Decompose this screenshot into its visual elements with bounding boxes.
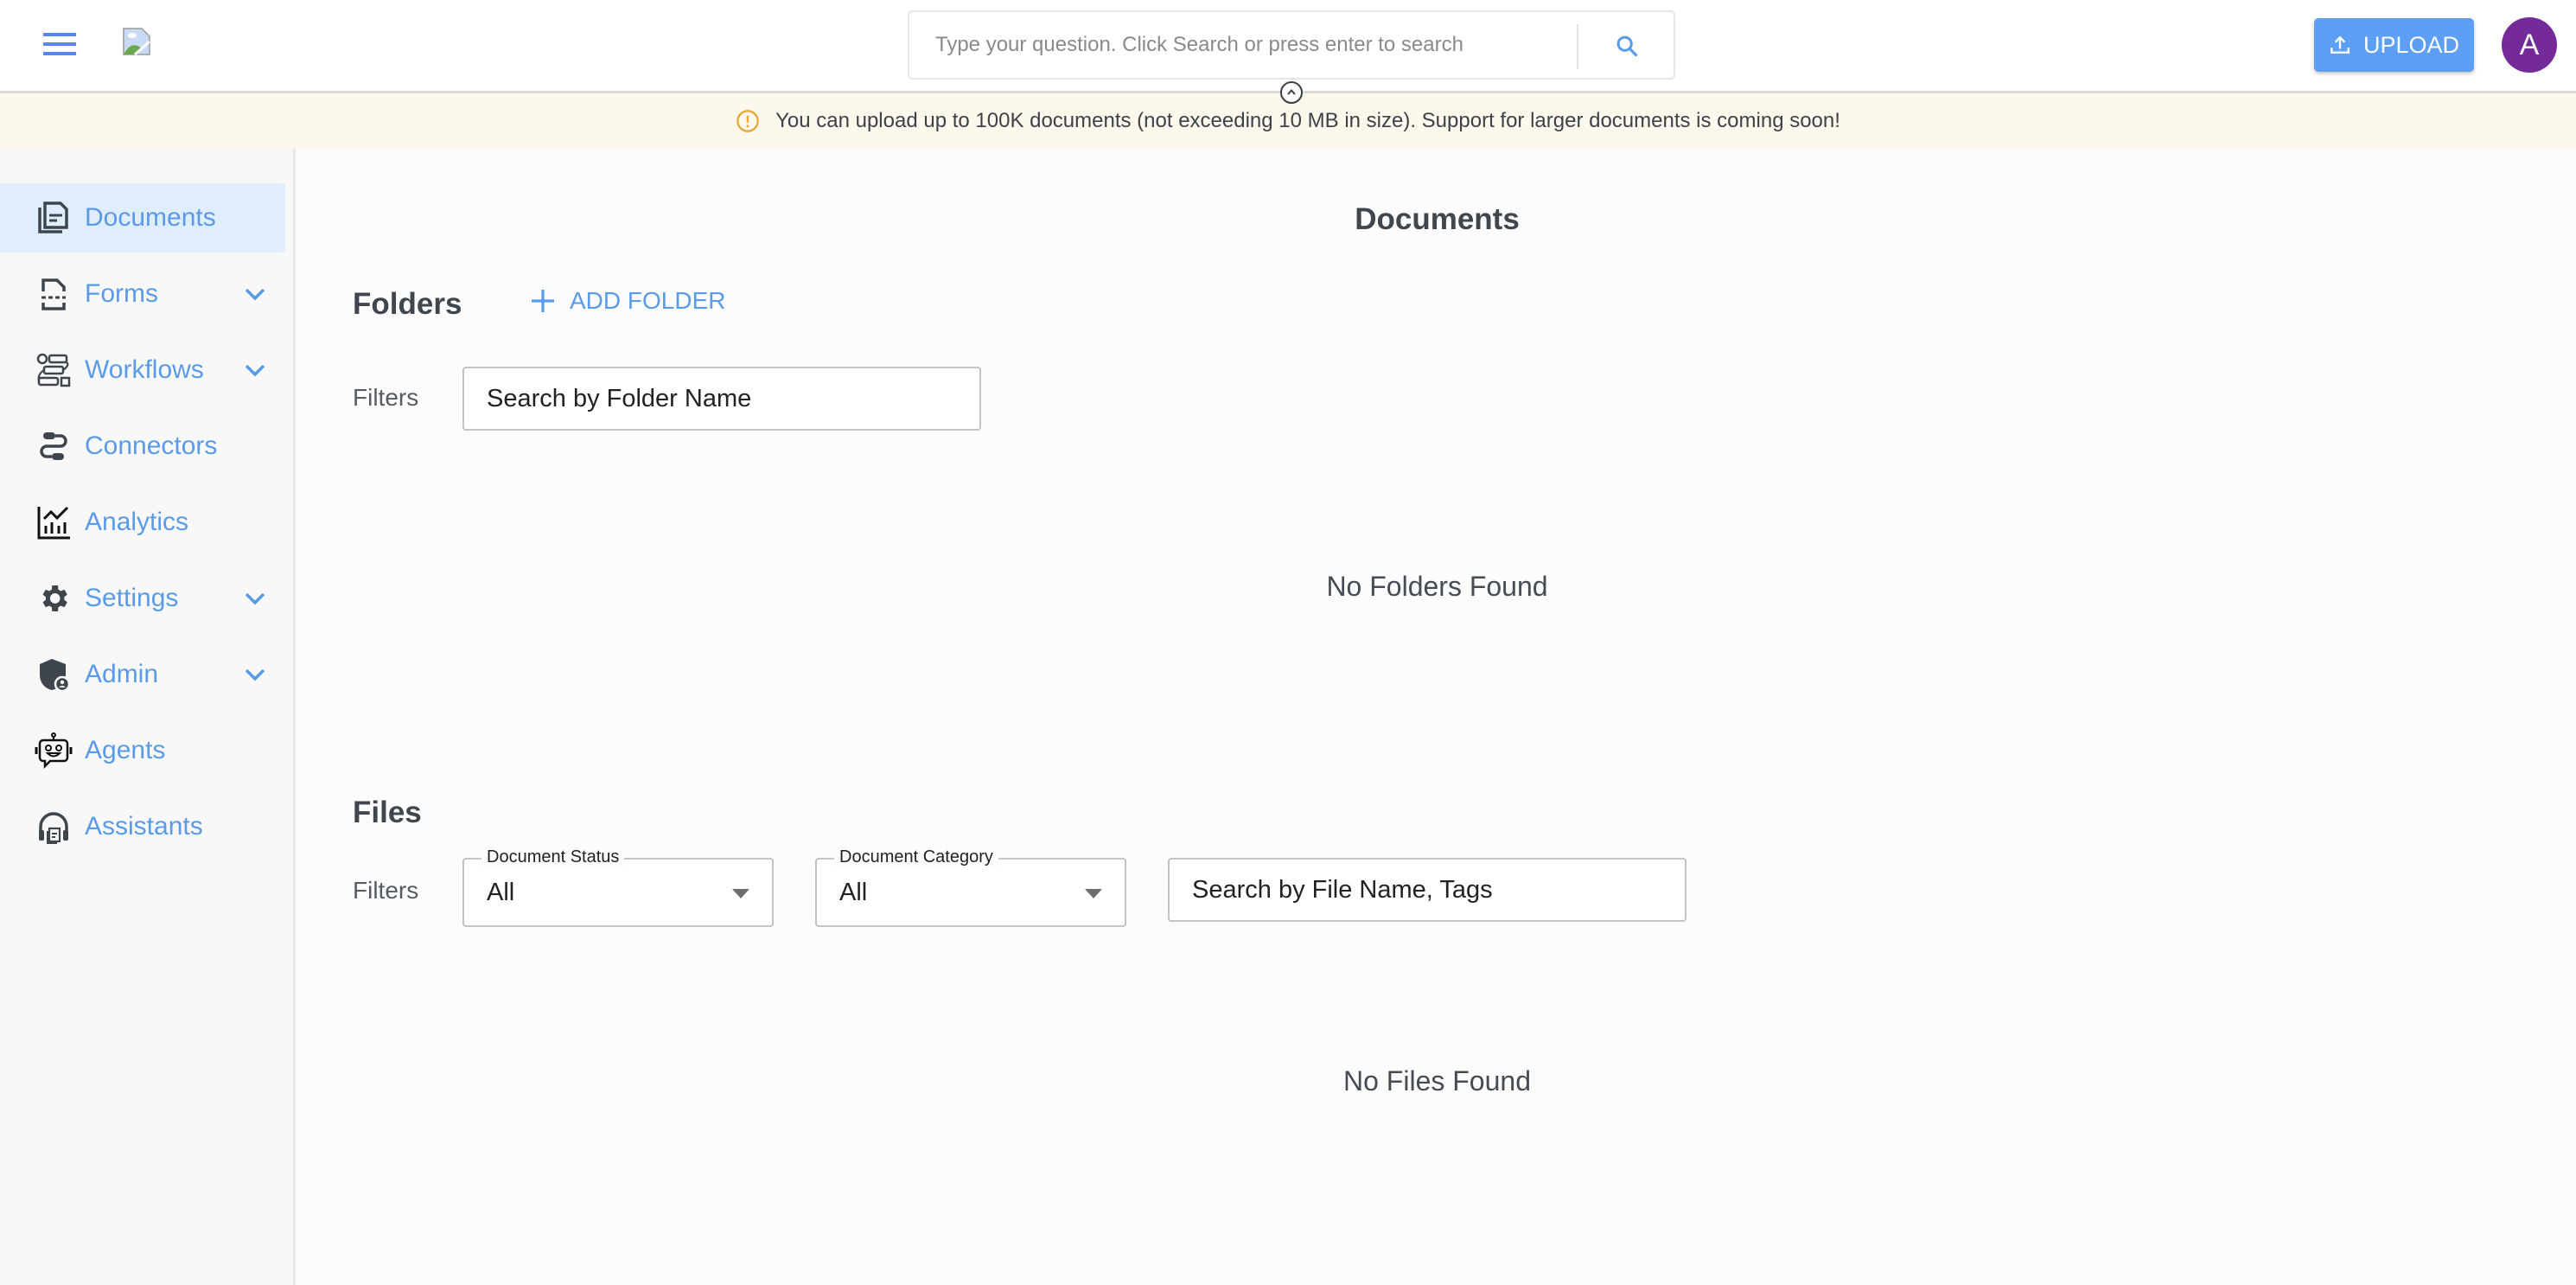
banner-message: You can upload up to 100K documents (not… <box>775 109 1840 132</box>
no-folders-message: No Folders Found <box>1326 571 1548 602</box>
top-header: UPLOAD A <box>0 0 2576 93</box>
search-button[interactable] <box>1601 24 1653 67</box>
search-divider <box>1577 24 1578 69</box>
sidebar-item-documents[interactable]: Documents <box>0 183 285 253</box>
main-content: Documents Folders ADD FOLDER Filters Sea… <box>298 149 2576 1285</box>
sidebar-item-label: Settings <box>85 584 179 612</box>
document-category-value: All <box>839 879 868 906</box>
no-files-message: No Files Found <box>1343 1065 1531 1096</box>
folders-heading: Folders <box>353 287 462 321</box>
chevron-up-icon <box>1287 88 1296 95</box>
files-heading: Files <box>353 796 422 829</box>
plus-icon <box>532 290 554 312</box>
folder-name-search-input[interactable]: Search by Folder Name <box>462 367 981 431</box>
sidebar-item-assistants[interactable]: Assistants <box>0 792 285 861</box>
hamburger-menu-button[interactable] <box>43 33 76 59</box>
menu-icon-bar <box>43 52 76 55</box>
menu-icon-bar <box>43 42 76 46</box>
sidebar-item-label: Forms <box>85 279 158 308</box>
search-icon <box>1616 35 1638 57</box>
document-category-select[interactable]: Document Category All <box>815 847 1126 927</box>
avatar-initial: A <box>2519 28 2540 61</box>
chevron-down-icon[interactable] <box>242 585 268 611</box>
gear-icon <box>35 579 73 617</box>
sidebar-item-settings[interactable]: Settings <box>0 564 285 633</box>
question-search-box <box>908 10 1675 80</box>
robot-icon <box>35 732 73 770</box>
warning-circle-icon <box>736 110 759 132</box>
add-folder-label: ADD FOLDER <box>570 287 726 314</box>
document-status-label: Document Status <box>481 847 625 867</box>
upload-button[interactable]: UPLOAD <box>2314 18 2474 72</box>
headset-icon <box>35 808 73 846</box>
sidebar-item-forms[interactable]: Forms <box>0 259 285 329</box>
documents-icon <box>35 199 73 237</box>
chevron-down-icon[interactable] <box>242 281 268 307</box>
sidebar-item-label: Agents <box>85 736 166 764</box>
page-title: Documents <box>1355 202 1520 236</box>
folders-filters-label: Filters <box>353 384 419 411</box>
connectors-icon <box>35 427 73 465</box>
admin-shield-icon <box>35 655 73 694</box>
menu-icon <box>43 33 76 36</box>
document-category-label: Document Category <box>834 847 998 867</box>
files-filters-label: Filters <box>353 877 419 904</box>
workflows-icon <box>35 351 73 389</box>
sidebar-item-label: Documents <box>85 203 216 232</box>
upload-label: UPLOAD <box>2362 31 2460 58</box>
sidebar-item-admin[interactable]: Admin <box>0 640 285 709</box>
chevron-down-icon[interactable] <box>242 662 268 687</box>
file-name-tags-search-input[interactable]: Search by File Name, Tags <box>1168 858 1687 922</box>
question-search-input[interactable] <box>935 12 1575 78</box>
sidebar-item-label: Analytics <box>85 508 189 536</box>
forms-icon <box>35 275 73 313</box>
sidebar-item-connectors[interactable]: Connectors <box>0 412 285 481</box>
upload-icon <box>2331 35 2350 54</box>
sidebar: Documents Forms Workflows Connectors Ana… <box>0 149 296 1285</box>
sidebar-item-label: Workflows <box>85 355 204 384</box>
chevron-down-icon[interactable] <box>242 357 268 383</box>
user-avatar[interactable]: A <box>2502 17 2557 73</box>
collapse-header-button[interactable] <box>1280 81 1303 104</box>
folder-search-placeholder: Search by Folder Name <box>487 384 752 412</box>
sidebar-item-workflows[interactable]: Workflows <box>0 336 285 405</box>
add-folder-button[interactable]: ADD FOLDER <box>530 287 725 315</box>
sidebar-item-agents[interactable]: Agents <box>0 716 285 785</box>
broken-logo-image-icon[interactable] <box>123 28 150 56</box>
document-status-select[interactable]: Document Status All <box>462 847 774 927</box>
document-status-value: All <box>487 879 515 906</box>
dropdown-arrow-icon <box>1085 889 1102 898</box>
sidebar-item-label: Admin <box>85 660 159 688</box>
sidebar-item-label: Connectors <box>85 432 218 460</box>
analytics-icon <box>35 503 73 541</box>
sidebar-item-label: Assistants <box>85 812 203 841</box>
file-search-placeholder: Search by File Name, Tags <box>1192 875 1493 904</box>
dropdown-arrow-icon <box>732 889 749 898</box>
sidebar-item-analytics[interactable]: Analytics <box>0 488 285 557</box>
